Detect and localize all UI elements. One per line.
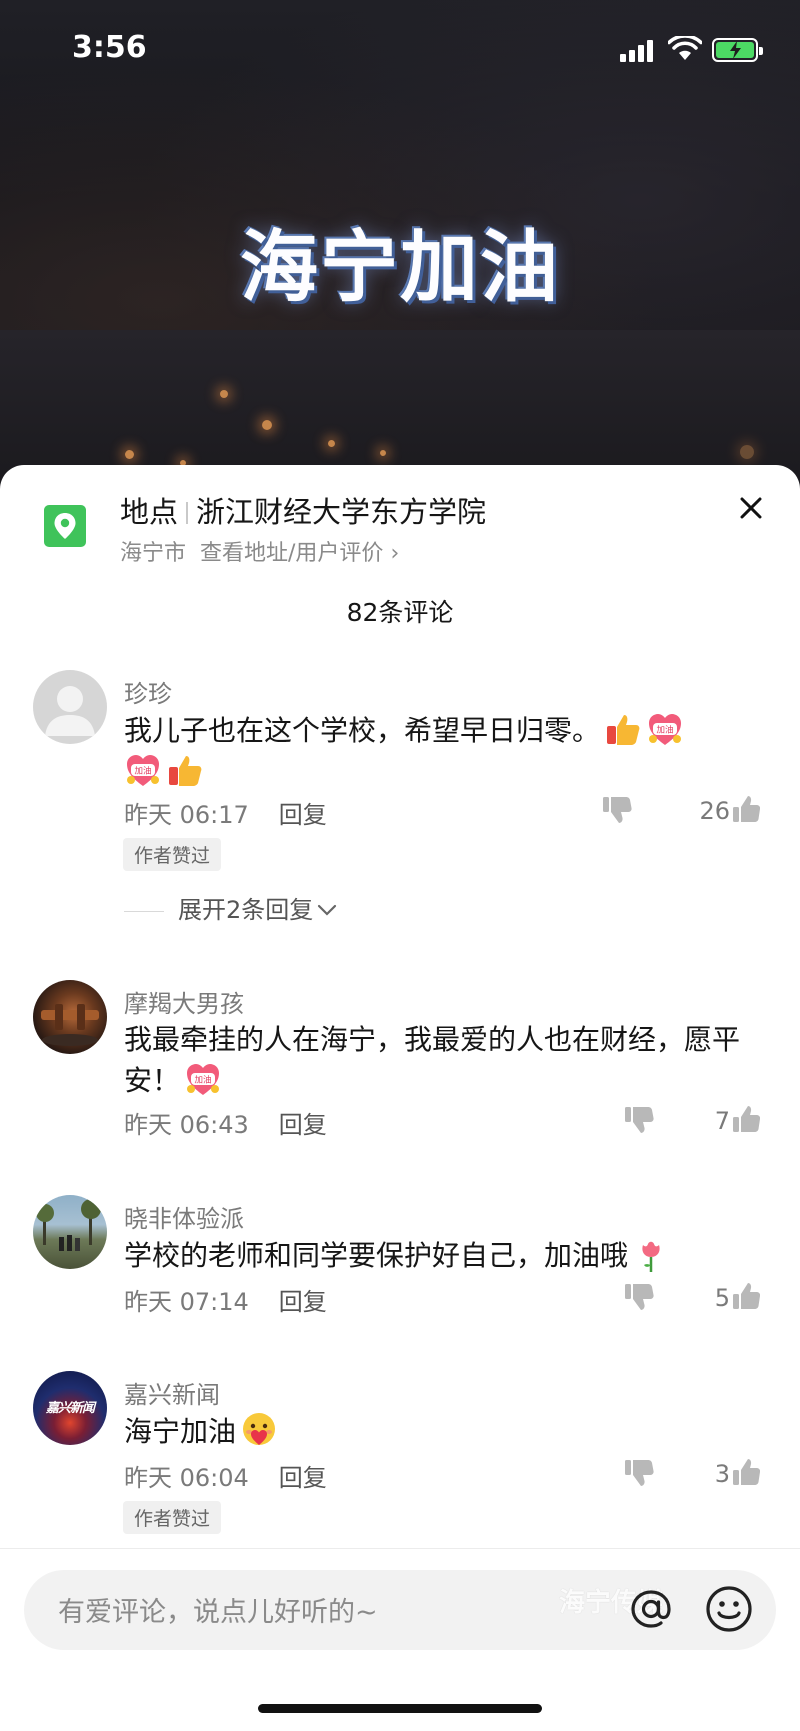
status-bar: 3:56 xyxy=(0,0,800,100)
emoji-smile-icon[interactable] xyxy=(704,1584,754,1634)
close-icon[interactable] xyxy=(734,491,768,525)
comment-input-placeholder: 有爱评论，说点儿好听的~ xyxy=(58,1597,378,1628)
location-label: 地点 xyxy=(120,495,179,529)
location-pin-icon xyxy=(44,505,86,547)
comment-meta: 昨天 06:43 回复 xyxy=(124,1105,327,1140)
comment-text-body: 海宁加油 xyxy=(124,1415,237,1448)
location-city: 海宁市 xyxy=(120,541,187,566)
hug-heart-emoji-icon xyxy=(243,1413,276,1445)
divider xyxy=(0,1548,800,1549)
bokeh-light xyxy=(740,445,754,459)
thumb-up-icon xyxy=(733,1106,761,1132)
avatar-logo-text: 嘉兴新闻 xyxy=(45,1401,95,1416)
comment-username[interactable]: 珍珍 xyxy=(124,674,172,709)
comment-meta: 昨天 07:14 回复 xyxy=(124,1282,327,1317)
comment-time: 昨天 06:04 xyxy=(124,1464,249,1492)
location-title[interactable]: 地点 浙江财经大学东方学院 xyxy=(120,489,486,531)
comment-text-body: 我儿子也在这个学校，希望早日归零。 xyxy=(124,714,601,747)
svg-text:加油: 加油 xyxy=(134,766,151,777)
wifi-icon xyxy=(668,36,702,60)
comment-meta: 昨天 06:04 回复 xyxy=(124,1458,327,1493)
cellular-signal-icon xyxy=(620,38,658,62)
reply-button[interactable]: 回复 xyxy=(279,801,327,829)
dislike-icon[interactable] xyxy=(624,1106,654,1134)
comment-username[interactable]: 晓非体验派 xyxy=(124,1199,244,1234)
expand-replies-label: 展开2条回复 xyxy=(178,896,314,924)
bokeh-light xyxy=(328,440,335,447)
like-count[interactable]: 5 xyxy=(714,1282,761,1312)
comment-time: 昨天 06:17 xyxy=(124,801,249,829)
comment-text: 海宁加油 xyxy=(124,1411,764,1452)
separator xyxy=(186,502,189,524)
comment-text-body: 学校的老师和同学要保护好自己，加油哦 xyxy=(124,1239,629,1272)
jiayou-heart-emoji-icon: 加油 xyxy=(649,714,682,745)
like-count[interactable]: 7 xyxy=(714,1105,761,1135)
avatar[interactable] xyxy=(33,980,107,1054)
bokeh-light xyxy=(125,450,134,459)
comment-time: 昨天 07:14 xyxy=(124,1288,249,1316)
comment-count: 82条评论 xyxy=(346,598,454,627)
comment-input[interactable]: 有爱评论，说点儿好听的~ 海宁传媒 xyxy=(24,1570,776,1650)
svg-text:加油: 加油 xyxy=(195,1075,212,1086)
thumb-up-icon xyxy=(733,796,761,822)
location-subtitle[interactable]: 海宁市 查看地址/用户评价 › xyxy=(120,535,399,567)
comment-text: 我儿子也在这个学校，希望早日归零。 加油 加油 xyxy=(124,710,764,792)
like-count-value: 7 xyxy=(714,1107,730,1135)
location-name: 浙江财经大学东方学院 xyxy=(196,495,487,529)
dislike-icon[interactable] xyxy=(624,1283,654,1311)
like-count-value: 26 xyxy=(699,797,730,825)
rose-emoji-icon xyxy=(642,1241,660,1272)
comment-text: 我最牵挂的人在海宁，我最爱的人也在财经，愿平安！ 加油 xyxy=(124,1020,764,1101)
thumbs-up-emoji-icon xyxy=(607,715,640,745)
thumb-up-icon xyxy=(733,1459,761,1485)
comment-meta: 昨天 06:17 回复 xyxy=(124,795,327,830)
mention-icon[interactable] xyxy=(624,1582,678,1636)
dislike-icon[interactable] xyxy=(602,796,632,824)
view-address-link[interactable]: 查看地址/用户评价 xyxy=(200,541,383,566)
avatar[interactable]: 嘉兴新闻 xyxy=(33,1371,107,1445)
chevron-right-icon: › xyxy=(390,541,400,566)
home-indicator xyxy=(258,1704,542,1713)
comment-text: 学校的老师和同学要保护好自己，加油哦 xyxy=(124,1235,764,1276)
divider-line xyxy=(124,911,164,912)
reply-button[interactable]: 回复 xyxy=(279,1288,327,1316)
author-liked-badge: 作者赞过 xyxy=(123,1501,222,1534)
video-title: 海宁加油 xyxy=(239,223,560,313)
comment-username[interactable]: 嘉兴新闻 xyxy=(124,1375,220,1410)
chevron-down-icon xyxy=(318,904,337,916)
expand-replies-button[interactable]: 展开2条回复 xyxy=(124,890,337,925)
bokeh-light xyxy=(262,420,272,430)
thumbs-up-emoji-icon xyxy=(169,756,202,786)
reply-button[interactable]: 回复 xyxy=(279,1464,327,1492)
jiayou-heart-emoji-icon: 加油 xyxy=(127,755,159,786)
jiayou-heart-emoji-icon: 加油 xyxy=(187,1064,220,1095)
author-liked-badge: 作者赞过 xyxy=(123,838,222,871)
bokeh-light xyxy=(220,390,228,398)
like-count[interactable]: 26 xyxy=(699,795,761,825)
thumb-up-icon xyxy=(733,1283,761,1309)
like-count[interactable]: 3 xyxy=(714,1458,761,1488)
comments-sheet: 地点 浙江财经大学东方学院 海宁市 查看地址/用户评价 › 82条评论 珍珍 我儿子… xyxy=(0,465,800,1731)
bokeh-light xyxy=(380,450,386,456)
comment-username[interactable]: 摩羯大男孩 xyxy=(124,984,244,1019)
avatar[interactable] xyxy=(33,670,107,744)
svg-text:加油: 加油 xyxy=(657,725,674,736)
dislike-icon[interactable] xyxy=(624,1459,654,1487)
battery-charging-icon xyxy=(712,38,763,62)
status-time: 3:56 xyxy=(72,30,147,65)
reply-button[interactable]: 回复 xyxy=(279,1111,327,1139)
like-count-value: 5 xyxy=(714,1284,730,1312)
avatar[interactable] xyxy=(33,1195,107,1269)
comment-time: 昨天 06:43 xyxy=(124,1111,249,1139)
like-count-value: 3 xyxy=(714,1460,730,1488)
